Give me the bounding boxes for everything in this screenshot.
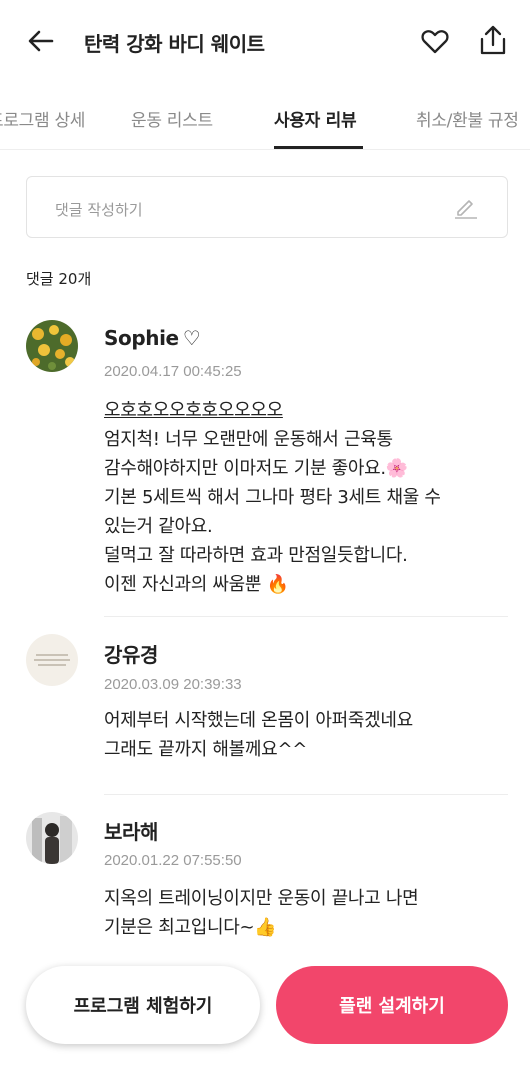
review-date: 2020.04.17 00:45:25 <box>104 363 242 380</box>
review-line: 기본 5세트씩 해서 그나마 평타 3세트 채울 수 <box>104 487 441 508</box>
divider <box>104 616 508 617</box>
tab-bar: 프로그램 상세 운동 리스트 사용자 리뷰 취소/환불 규정 <box>0 92 530 150</box>
page-title: 탄력 강화 바디 웨이트 <box>84 32 265 56</box>
reviewer-name: 강유경 <box>104 643 158 667</box>
review-line: 오호호오오호호오오오오 <box>104 400 283 421</box>
review-line: 기분은 최고입니다~👍 <box>104 917 277 938</box>
active-tab-indicator <box>274 146 363 149</box>
review-date: 2020.01.22 07:55:50 <box>104 852 242 869</box>
divider <box>104 794 508 795</box>
review-text: 어제부터 시작했는데 온몸이 아퍼죽겠네요 그래도 끝까지 해볼께요^^ <box>104 706 504 764</box>
review-line: 지옥의 트레이닝이지만 운동이 끝나고 나면 <box>104 888 419 909</box>
reviewer-name: 보라해 <box>104 820 158 844</box>
review-line: 엄지척! 너무 오랜만에 운동해서 근육통 <box>104 429 393 450</box>
review-line: 그래도 끝까지 해볼께요^^ <box>104 739 308 760</box>
share-icon[interactable] <box>478 24 508 56</box>
avatar[interactable] <box>26 634 78 686</box>
reviewer-name-text: Sophie <box>104 326 179 350</box>
tab-refund-policy[interactable]: 취소/환불 규정 <box>416 106 519 131</box>
heart-outline-icon[interactable] <box>420 26 450 56</box>
avatar[interactable] <box>26 812 78 864</box>
avatar[interactable] <box>26 320 78 372</box>
back-arrow-icon[interactable] <box>26 26 56 56</box>
review-line: 덜먹고 잘 따라하면 효과 만점일듯합니다. <box>104 545 408 566</box>
bottom-action-bar: 프로그램 체험하기 플랜 설계하기 <box>0 962 530 1082</box>
pencil-icon[interactable] <box>453 194 479 220</box>
review-line: 이젠 자신과의 싸움뿐 🔥 <box>104 574 289 595</box>
review-text: 오호호오오호호오오오오 엄지척! 너무 오랜만에 운동해서 근육통 감수해야하지… <box>104 396 504 599</box>
review-line: 있는거 같아요. <box>104 516 213 537</box>
tab-exercise-list[interactable]: 운동 리스트 <box>131 106 213 131</box>
review-line: 감수해야하지만 이마저도 기분 좋아요.🌸 <box>104 458 408 479</box>
program-trial-button[interactable]: 프로그램 체험하기 <box>26 966 260 1044</box>
comment-count: 댓글 20개 <box>26 270 92 288</box>
reviewer-name: Sophie ♡ <box>104 326 201 350</box>
review-text: 지옥의 트레이닝이지만 운동이 끝나고 나면 기분은 최고입니다~👍 <box>104 884 504 942</box>
review-date: 2020.03.09 20:39:33 <box>104 676 242 693</box>
review-line: 어제부터 시작했는데 온몸이 아퍼죽겠네요 <box>104 710 413 731</box>
comment-placeholder: 댓글 작성하기 <box>55 201 143 219</box>
tab-user-reviews[interactable]: 사용자 리뷰 <box>274 106 357 131</box>
tab-program-detail[interactable]: 프로그램 상세 <box>0 106 85 131</box>
app-header: 탄력 강화 바디 웨이트 <box>0 0 530 82</box>
name-heart-symbol: ♡ <box>182 326 201 350</box>
plan-design-button[interactable]: 플랜 설계하기 <box>276 966 508 1044</box>
comment-input[interactable]: 댓글 작성하기 <box>26 176 508 238</box>
